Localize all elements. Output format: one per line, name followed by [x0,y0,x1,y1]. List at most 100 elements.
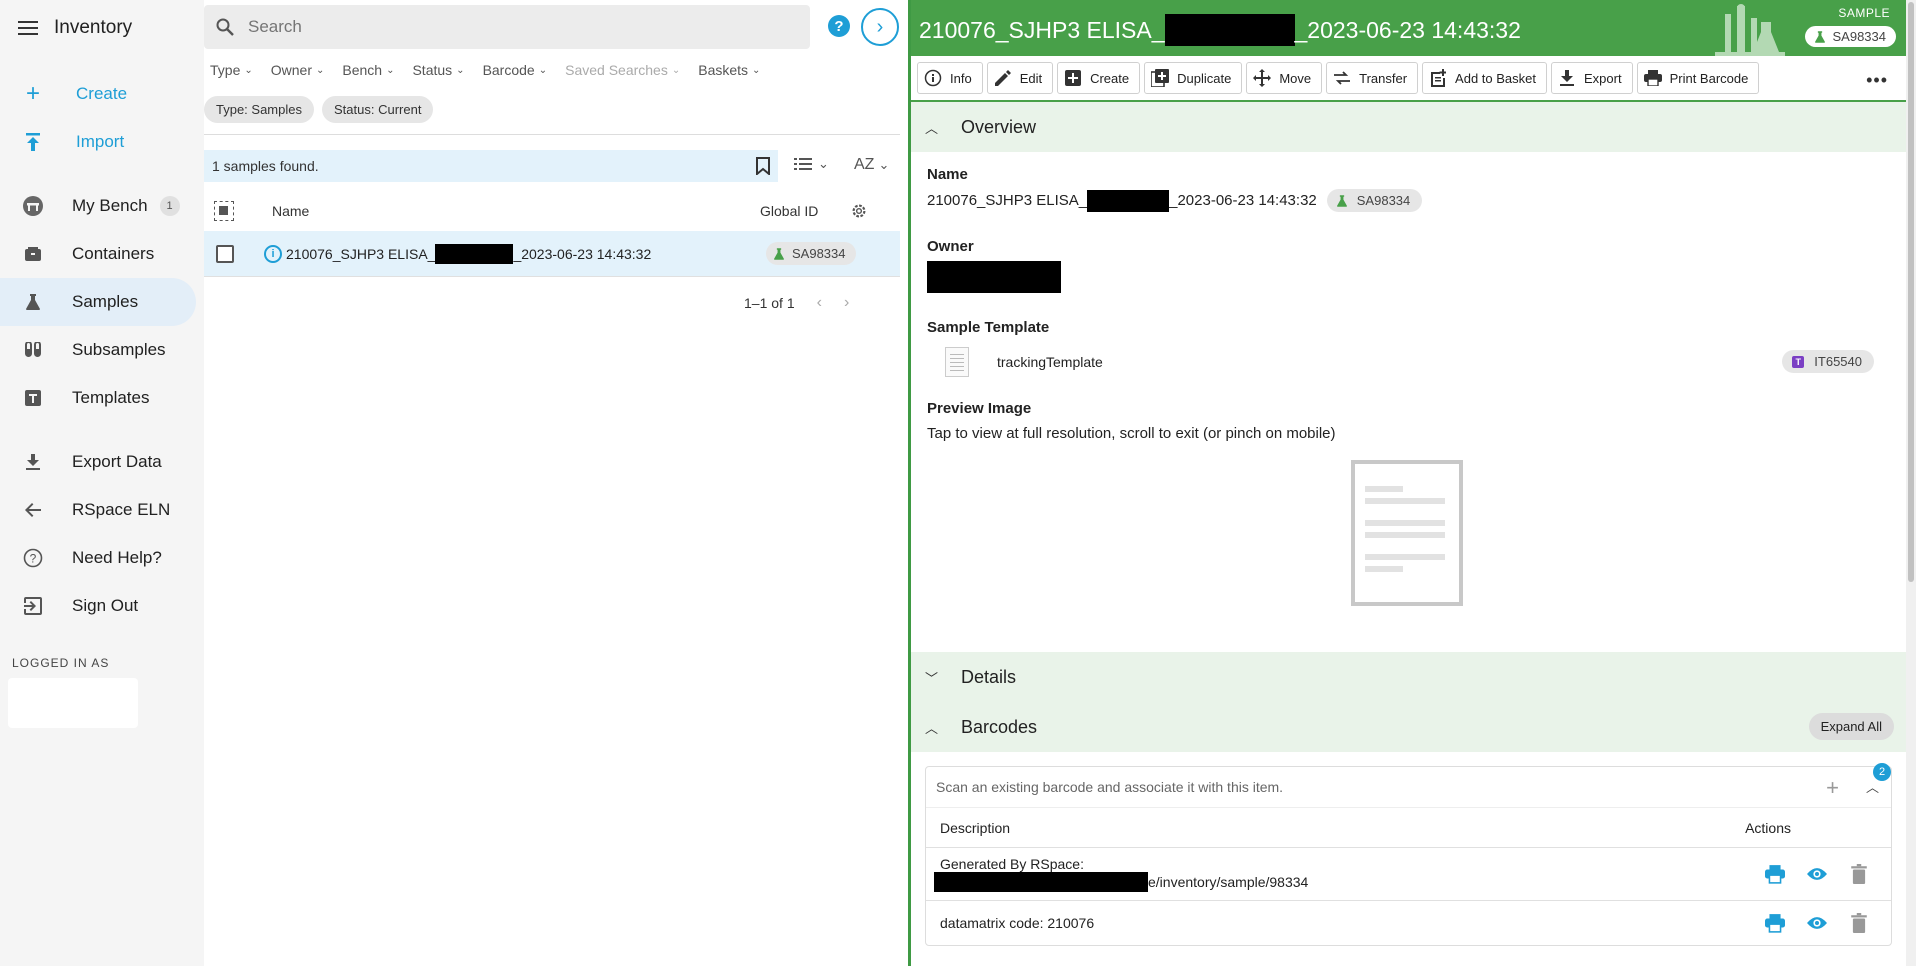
list-icon [794,158,812,170]
column-header-global-id[interactable]: Global ID [760,203,818,219]
create-button[interactable]: Create [1057,62,1141,94]
move-button[interactable]: Move [1246,62,1323,94]
info-icon[interactable]: i [264,244,282,263]
section-title: Overview [961,116,1037,137]
name-label: Name [927,166,968,183]
help-icon[interactable]: ? [828,15,850,37]
record-title-prefix: 210076_SJHP3 ELISA_ [919,16,1165,43]
chip-status-current[interactable]: Status: Current [322,96,434,123]
global-id-chip[interactable]: SA98334 [766,242,856,265]
row-name[interactable]: 210076_SJHP3 ELISA_ _2023-06-23 14:43:32 [286,243,651,264]
eye-icon[interactable] [1807,913,1827,933]
sidebar-item-templates[interactable]: Templates [0,374,196,422]
template-global-id-chip[interactable]: T IT65540 [1782,350,1874,373]
sidebar-header: Inventory [0,0,204,56]
sidebar-item-export-data[interactable]: Export Data [0,438,196,486]
button-label: Info [950,70,972,86]
sidebar-item-sign-out[interactable]: Sign Out [0,582,196,630]
user-card[interactable] [8,678,138,728]
duplicate-button[interactable]: Duplicate [1144,62,1243,94]
edit-button[interactable]: Edit [986,62,1054,94]
sidebar-item-containers[interactable]: Containers [0,230,196,278]
menu-icon[interactable] [18,21,38,35]
create-button[interactable]: + Create [0,70,204,118]
printer-icon[interactable] [1765,864,1785,884]
redacted-block [435,243,514,264]
search-icon [216,18,234,36]
scrollbar-thumb[interactable] [1908,2,1914,582]
row-checkbox[interactable] [216,244,234,263]
printer-icon[interactable] [1765,913,1785,933]
results-table-header: Name Global ID [204,192,900,230]
chevron-right-icon[interactable]: › [844,294,849,312]
bench-count-badge: 1 [159,196,180,216]
sidebar-item-subsamples[interactable]: Subsamples [0,326,196,374]
gear-icon[interactable] [850,202,868,220]
results-count-bar: 1 samples found. [204,150,778,182]
import-button[interactable]: Import [0,118,204,166]
download-icon [1558,69,1576,87]
filter-barcode[interactable]: Barcode ⌄ [483,62,548,78]
search-bar[interactable] [204,5,810,49]
global-id-chip[interactable]: SA98334 [1326,189,1423,212]
filter-label: Barcode [482,62,535,78]
info-button[interactable]: Info [917,62,983,94]
search-pane: ? › Type⌄ Owner⌄ Bench⌄ Status⌄ Barcode⌄… [204,0,908,966]
expand-all-button[interactable]: Expand All [1808,713,1894,740]
barcode-scan-field[interactable]: Scan an existing barcode and associate i… [926,763,1891,807]
filter-owner[interactable]: Owner ⌄ [271,62,325,78]
row-actions [1765,913,1869,933]
sidebar-item-label: Samples [72,292,139,311]
chevron-up-icon: ︿ [925,120,939,136]
column-header-name[interactable]: Name [272,203,309,219]
bookmark-icon[interactable] [756,157,770,175]
global-id: SA98334 [1832,29,1887,44]
section-title: Barcodes [961,716,1038,737]
trash-icon[interactable] [1849,864,1869,884]
more-options-icon[interactable]: ••• [1866,70,1888,91]
section-barcodes-header[interactable]: ︿ Barcodes Expand All [911,702,1906,752]
help-icon: ? [22,547,44,569]
search-row: ? › [204,5,904,49]
filter-baskets[interactable]: Baskets ⌄ [698,62,760,78]
template-row[interactable]: trackingTemplate T IT65540 [927,344,1890,380]
sort-button[interactable]: AZ ⌄ [854,156,889,174]
section-overview-header[interactable]: ︿ Overview [911,102,1906,152]
export-button[interactable]: Export [1551,62,1633,94]
sidebar-item-samples[interactable]: Samples [0,278,196,326]
chevron-left-icon[interactable]: ‹ [817,294,822,312]
filter-status[interactable]: Status ⌄ [412,62,464,78]
section-details-header[interactable]: ﹀ Details [911,652,1906,702]
button-label: Print Barcode [1669,70,1749,86]
transfer-button[interactable]: Transfer [1326,62,1419,94]
filter-type[interactable]: Type ⌄ [210,62,253,78]
row-name-prefix: 210076_SJHP3 ELISA_ [286,245,436,262]
redacted-block [934,872,1148,892]
select-all-checkbox[interactable] [214,201,234,221]
sidebar-item-rspace-eln[interactable]: RSpace ELN [0,486,196,534]
table-row[interactable]: i 210076_SJHP3 ELISA_ _2023-06-23 14:43:… [204,231,900,277]
sidebar-item-need-help[interactable]: ? Need Help? [0,534,196,582]
record-scrollbar[interactable] [1906,0,1916,966]
global-id-chip[interactable]: SA98334 [1804,26,1896,47]
filter-bench[interactable]: Bench ⌄ [342,62,394,78]
button-label: Move [1279,70,1312,86]
filter-saved-searches[interactable]: Saved Searches ⌄ [565,62,680,78]
trash-icon[interactable] [1849,913,1869,933]
flask-icon [774,247,784,260]
chip-type-samples[interactable]: Type: Samples [204,96,314,123]
chevron-right-icon[interactable]: › [861,8,899,46]
sidebar-item-label: Containers [72,244,155,263]
view-mode-button[interactable]: ⌄ [794,156,829,172]
plus-icon[interactable]: + [1826,775,1839,801]
eye-icon[interactable] [1807,864,1827,884]
print-barcode-button[interactable]: Print Barcode [1636,62,1760,94]
bench-icon [22,195,44,217]
svg-text:?: ? [30,552,37,566]
search-input[interactable] [248,17,768,37]
sidebar-item-my-bench[interactable]: My Bench 1 [0,182,196,230]
sidebar-item-label: Templates [72,388,150,407]
pencil-icon [994,69,1012,87]
preview-image[interactable] [1351,460,1463,606]
add-to-basket-button[interactable]: Add to Basket [1422,62,1547,94]
